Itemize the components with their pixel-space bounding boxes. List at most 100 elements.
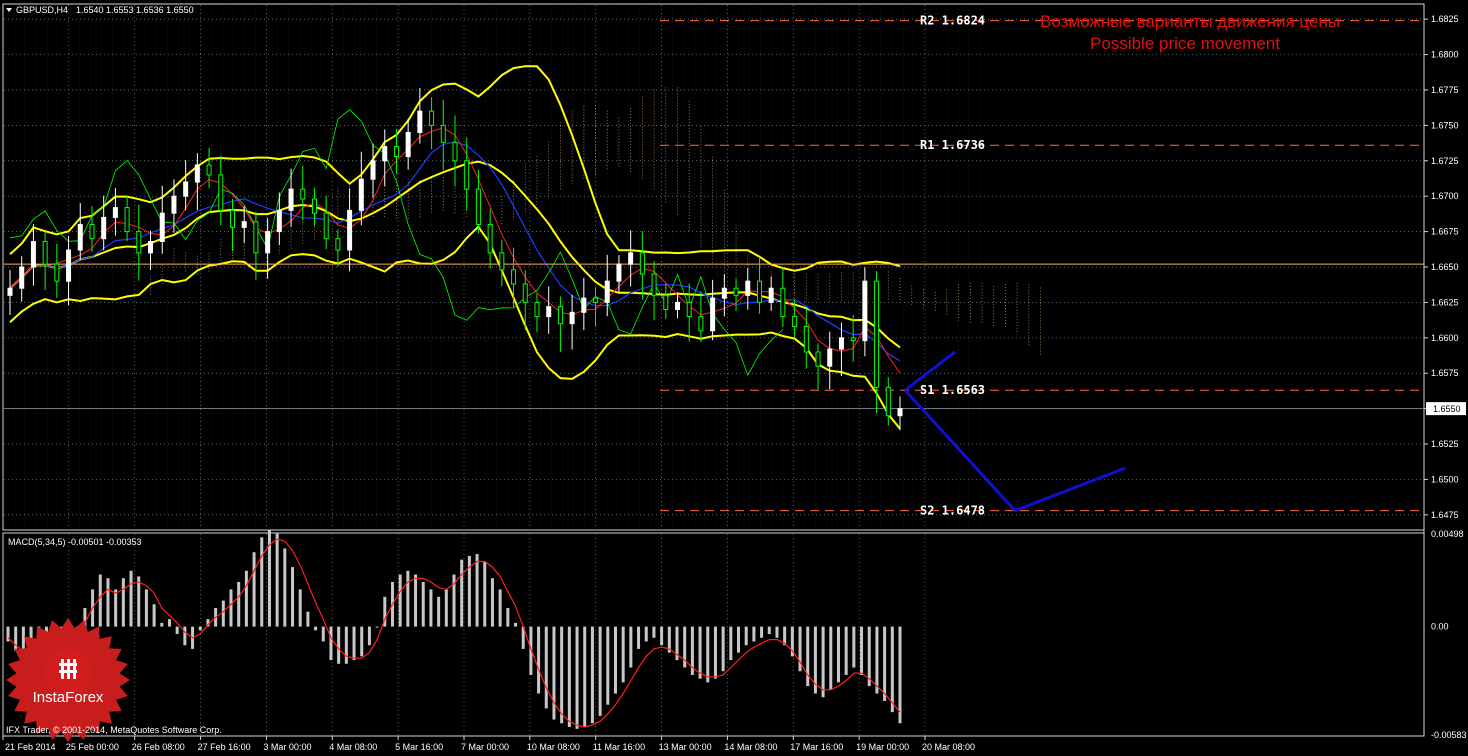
- macd-bar: [729, 626, 733, 661]
- candle-body: [756, 280, 762, 303]
- macd-bar: [98, 574, 102, 627]
- x-tick-label: 21 Feb 2014: [5, 742, 56, 752]
- candle-body: [19, 266, 25, 289]
- candle-body: [382, 146, 388, 162]
- candle-body: [218, 174, 224, 211]
- y-tick-label: 1.6800: [1431, 50, 1459, 60]
- annotation-ru: Возможные варианты движения цены: [1040, 12, 1340, 31]
- candle-body: [429, 110, 435, 126]
- y-tick-label: 1.6625: [1431, 297, 1459, 307]
- candle-body: [241, 221, 247, 228]
- macd-bar: [713, 626, 717, 679]
- macd-bar: [406, 570, 410, 627]
- macd-bar: [844, 626, 848, 675]
- y-tick-label: 1.6650: [1431, 262, 1459, 272]
- macd-bar: [414, 574, 418, 627]
- candle-body: [838, 337, 844, 350]
- macd-bar: [14, 626, 18, 651]
- trading-chart[interactable]: R2 1.6824 R1 1.6736 S1 1.6563 S2 1.6478 1.6…: [0, 0, 1468, 756]
- macd-bar: [437, 596, 441, 627]
- y-tick-label: 1.6525: [1431, 439, 1459, 449]
- candle-body: [30, 241, 36, 268]
- candle-body: [393, 146, 399, 158]
- macd-bar: [560, 626, 564, 724]
- candle-body: [370, 160, 376, 180]
- candle-body: [288, 188, 294, 211]
- level-label-r2: R2 1.6824: [920, 14, 985, 28]
- y-tick-label: 1.6750: [1431, 120, 1459, 130]
- y-tick-label: 1.6475: [1431, 510, 1459, 520]
- candle-body: [897, 408, 903, 417]
- x-tick-label: 11 Mar 16:00: [593, 742, 645, 752]
- candle-body: [604, 280, 610, 303]
- macd-bar: [498, 589, 502, 627]
- macd-bar: [314, 626, 318, 631]
- candle-body: [171, 195, 177, 214]
- macd-bar: [429, 589, 433, 627]
- macd-bar: [698, 626, 702, 679]
- candle-body: [733, 287, 739, 296]
- candle-body: [230, 209, 235, 228]
- candle-body: [265, 231, 271, 254]
- instaforex-logo: InstaForex: [6, 618, 130, 742]
- y-tick-label: 1.6675: [1431, 227, 1459, 237]
- x-tick-label: 14 Mar 08:00: [724, 742, 777, 752]
- macd-bar: [806, 626, 810, 687]
- candle-body: [475, 188, 481, 226]
- macd-bar: [129, 570, 133, 627]
- candle-body: [628, 252, 634, 265]
- macd-y-tick-label: 0.00: [1431, 622, 1449, 632]
- macd-bar: [483, 561, 487, 627]
- candle-body: [42, 241, 48, 265]
- macd-bar: [890, 626, 894, 713]
- macd-bar: [275, 533, 279, 627]
- candle-body: [7, 287, 13, 296]
- level-label-s1: S1 1.6563: [920, 383, 985, 397]
- candle-body: [792, 316, 798, 327]
- macd-y-tick-label: 0.00498: [1431, 529, 1464, 539]
- macd-bar: [167, 619, 171, 627]
- candle-body: [417, 110, 423, 133]
- candle-body: [639, 252, 645, 275]
- candle-body: [721, 287, 727, 299]
- candle-body: [675, 301, 680, 310]
- candle-body: [358, 178, 364, 211]
- candle-body: [522, 283, 528, 303]
- candle-body: [710, 297, 716, 332]
- candle-body: [780, 287, 786, 318]
- macd-bar: [490, 578, 494, 627]
- macd-bar: [883, 626, 887, 701]
- candle-body: [124, 207, 130, 233]
- macd-bar: [306, 611, 310, 627]
- candle-body: [311, 198, 317, 214]
- macd-bar: [360, 626, 364, 657]
- macd-bar: [775, 626, 779, 638]
- copyright-footer: IFX Trader, © 2001-2014, MetaQuotes Soft…: [6, 725, 222, 735]
- candle-body: [54, 263, 60, 282]
- macd-bar: [860, 626, 864, 675]
- macd-bar: [260, 537, 264, 627]
- macd-bar: [344, 626, 348, 664]
- candle-body: [159, 212, 165, 243]
- macd-bar: [137, 576, 141, 627]
- candle-body: [874, 280, 880, 388]
- candle-body: [862, 280, 868, 342]
- macd-bar: [706, 626, 710, 683]
- level-label-s2: S2 1.6478: [920, 504, 985, 518]
- candle-body: [194, 164, 200, 183]
- macd-bar: [460, 559, 464, 627]
- candle-body: [511, 269, 517, 285]
- macd-bar: [737, 626, 741, 653]
- candle-body: [276, 209, 282, 233]
- macd-bar: [121, 578, 125, 627]
- macd-bar: [352, 626, 356, 661]
- candle-body: [569, 311, 575, 325]
- candle-body: [581, 297, 587, 313]
- macd-bar: [444, 589, 448, 627]
- x-tick-label: 13 Mar 00:00: [659, 742, 712, 752]
- macd-bar: [613, 626, 617, 694]
- candle-body: [452, 141, 458, 162]
- macd-bar: [660, 626, 664, 646]
- y-tick-label: 1.6500: [1431, 474, 1459, 484]
- macd-y-tick-label: -0.00583: [1431, 730, 1467, 740]
